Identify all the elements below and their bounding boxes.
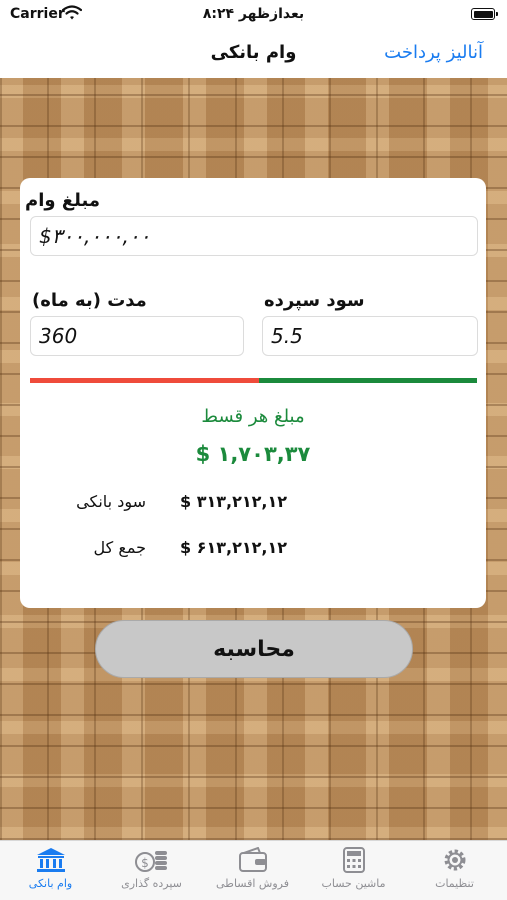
interest-label: سود سپرده: [264, 290, 365, 311]
bank-interest-value: $ ۳۱۳,۲۱۲,۱۲: [180, 492, 287, 511]
tab-settings[interactable]: تنظیمات: [404, 847, 505, 897]
gear-icon: [444, 849, 465, 871]
coins-icon: $: [134, 851, 167, 872]
duration-value: 360: [39, 324, 78, 348]
interest-field[interactable]: 5.5: [262, 316, 478, 356]
tab-label-bank-loan: وام بانکی: [28, 877, 73, 890]
tab-calculator[interactable]: ماشین حساب: [303, 847, 404, 897]
loan-form-card: مبلغ وام $۳۰۰,۰۰۰,۰۰ مدت (به ماه) سود سپ…: [20, 178, 486, 608]
bank-interest-label: سود بانکی: [76, 492, 146, 511]
tab-label-deposit: سپرده گذاری: [121, 877, 182, 890]
loan-amount-label: مبلغ وام: [25, 190, 100, 211]
calculator-icon: [342, 847, 365, 873]
installment-value: $ ۱,۷۰۳,۳۷: [195, 442, 311, 466]
total-value: $ ۶۱۳,۲۱۲,۱۲: [180, 538, 287, 557]
status-time: ۸:۲۴ بعدازظهر: [202, 6, 305, 22]
principal-ratio-bar: [259, 378, 477, 383]
tab-label-installment-sales: فروش اقساطی: [216, 877, 289, 890]
battery-icon: [471, 8, 498, 20]
interest-value: 5.5: [271, 324, 303, 348]
calculate-button[interactable]: محاسبه: [95, 620, 413, 678]
tab-label-settings: تنظیمات: [435, 877, 474, 890]
loan-amount-value: $۳۰۰,۰۰۰,۰۰: [39, 224, 151, 248]
total-label: جمع کل: [93, 538, 146, 557]
tab-installment-sales[interactable]: فروش اقساطی: [202, 847, 303, 897]
tab-label-calculator: ماشین حساب: [321, 877, 386, 890]
status-bar: Carrier ۸:۲۴ بعدازظهر: [0, 0, 507, 30]
tab-bar: وام بانکی $ سپرده گذاری فروش اقساطی ماشی…: [0, 840, 507, 900]
bank-icon: [36, 848, 65, 872]
wallet-icon: [238, 847, 267, 872]
navigation-bar: وام بانکی آنالیز پرداخت: [0, 30, 507, 78]
duration-field[interactable]: 360: [30, 316, 244, 356]
loan-amount-field[interactable]: $۳۰۰,۰۰۰,۰۰: [30, 216, 478, 256]
interest-ratio-bar: [30, 378, 259, 383]
payment-analysis-link[interactable]: آنالیز پرداخت: [384, 42, 483, 63]
duration-label: مدت (به ماه): [32, 290, 147, 311]
tab-bank-loan[interactable]: وام بانکی: [0, 847, 101, 897]
svg-text:$: $: [141, 856, 149, 870]
tab-deposit[interactable]: $ سپرده گذاری: [101, 847, 202, 897]
installment-label: مبلغ هر قسط: [201, 406, 305, 427]
